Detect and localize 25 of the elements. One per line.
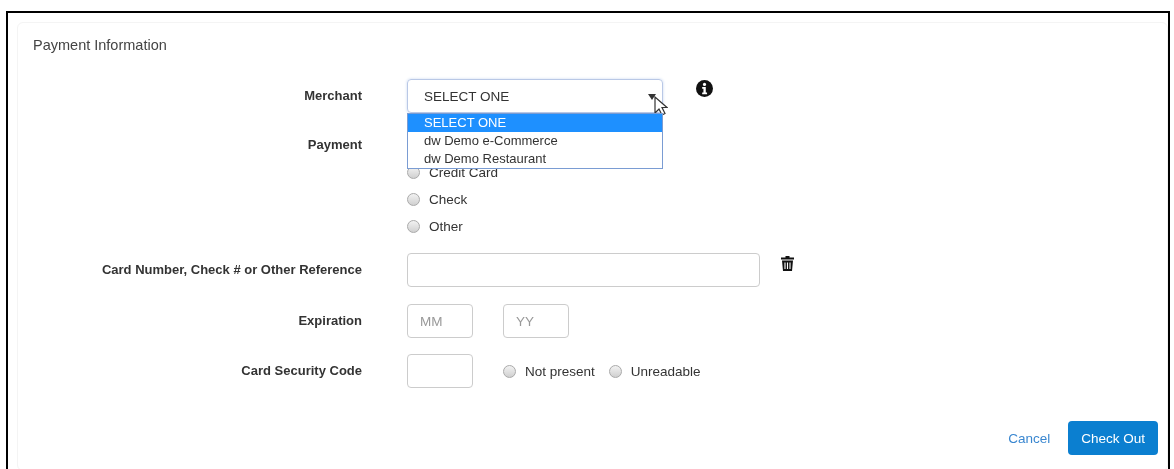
radio-button[interactable] — [407, 193, 420, 206]
dropdown-option[interactable]: dw Demo Restaurant — [408, 150, 662, 168]
radio-button[interactable] — [407, 220, 420, 233]
radio-label: Other — [429, 219, 463, 234]
radio-button[interactable] — [503, 364, 516, 378]
month-input[interactable]: MM — [407, 304, 473, 338]
field-label: Card Security Code — [240, 362, 362, 380]
section-title: Payment Information — [33, 37, 167, 53]
dropdown-option[interactable]: dw Demo e-Commerce — [408, 132, 662, 150]
field-label: Expiration — [297, 312, 362, 330]
info-icon[interactable] — [696, 80, 713, 97]
field-label: Payment — [306, 136, 362, 154]
caret-icon — [648, 94, 656, 100]
checkout-button[interactable]: Check Out — [1068, 421, 1158, 455]
year-input[interactable]: YY — [503, 304, 569, 338]
radio-button[interactable] — [608, 364, 622, 378]
radio-label: Check — [429, 192, 468, 207]
cancel-link[interactable]: Cancel — [1006, 430, 1053, 446]
reference-input[interactable] — [407, 253, 760, 287]
security-code-input[interactable] — [407, 354, 473, 388]
radio-label: Not present — [525, 363, 595, 379]
field-label: Card Number, Check # or Other Reference — [100, 261, 362, 279]
radio-label: Unreadable — [630, 363, 701, 379]
trash-icon[interactable] — [781, 256, 794, 271]
field-label: Merchant — [303, 87, 362, 105]
